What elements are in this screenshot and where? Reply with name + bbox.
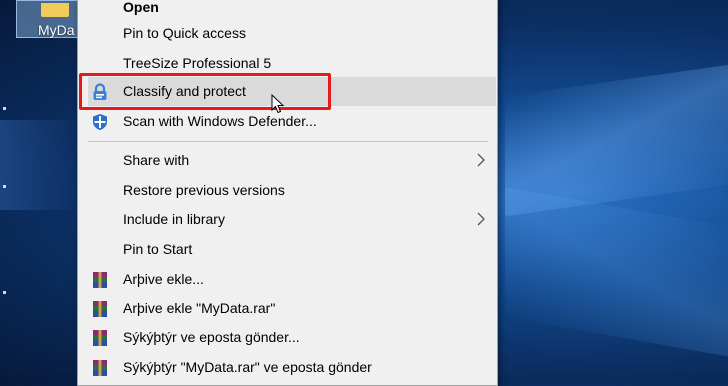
- menu-item-label: Pin to Quick access: [123, 25, 246, 41]
- chevron-right-icon: [477, 153, 485, 167]
- menu-item-label: Sýkýþtýr ve eposta gönder...: [123, 329, 300, 345]
- menu-item-label: Share with: [123, 152, 190, 168]
- menu-item-add-archive[interactable]: Arþive ekle...: [78, 265, 497, 294]
- desktop-light-beam: [505, 59, 728, 217]
- winrar-icon: [91, 329, 109, 347]
- desktop-icon-fragment: [3, 291, 6, 294]
- menu-item-compress-mydata-email[interactable]: Sýkýþtýr "MyData.rar" ve eposta gönder: [78, 353, 497, 382]
- menu-item-restore-versions[interactable]: Restore previous versions: [78, 176, 497, 205]
- chevron-right-icon: [477, 212, 485, 226]
- desktop-icon-label: MyDa: [38, 22, 75, 38]
- menu-item-scan-defender[interactable]: Scan with Windows Defender...: [78, 107, 497, 136]
- menu-item-pin-start[interactable]: Pin to Start: [78, 235, 497, 264]
- menu-item-label: Pin to Start: [123, 241, 193, 257]
- desktop-icon-fragment: [3, 185, 6, 188]
- desktop-light-beam: [0, 120, 80, 210]
- menu-item-include-library[interactable]: Include in library: [78, 205, 497, 234]
- desktop-icon-fragment: [3, 107, 6, 110]
- windows-defender-icon: [91, 113, 109, 131]
- menu-item-compress-email[interactable]: Sýkýþtýr ve eposta gönder...: [78, 323, 497, 352]
- menu-separator: [88, 141, 488, 142]
- winrar-icon: [91, 359, 109, 377]
- highlight-annotation-box: [79, 73, 331, 110]
- menu-item-label: Restore previous versions: [123, 182, 285, 198]
- desktop-light-beam: [505, 187, 728, 363]
- menu-item-share-with[interactable]: Share with: [78, 146, 497, 175]
- menu-item-add-to-mydata-rar[interactable]: Arþive ekle "MyData.rar": [78, 294, 497, 323]
- menu-item-label: Include in library: [123, 211, 225, 227]
- menu-item-label: TreeSize Professional 5: [123, 55, 272, 71]
- context-menu: Open Pin to Quick access TreeSize Profes…: [77, 0, 498, 386]
- menu-item-label: Sýkýþtýr "MyData.rar" ve eposta gönder: [123, 359, 372, 375]
- winrar-icon: [91, 300, 109, 318]
- winrar-icon: [91, 271, 109, 289]
- menu-item-label: Arþive ekle "MyData.rar": [123, 300, 276, 316]
- mouse-pointer-icon: [271, 93, 285, 114]
- menu-item-label: Open: [123, 0, 159, 15]
- menu-item-pin-quick-access[interactable]: Pin to Quick access: [78, 19, 497, 48]
- menu-item-label: Arþive ekle...: [123, 271, 204, 287]
- desktop-folder-icon[interactable]: MyDa: [16, 0, 86, 38]
- menu-item-label: Scan with Windows Defender...: [123, 113, 317, 129]
- folder-icon: [41, 3, 69, 17]
